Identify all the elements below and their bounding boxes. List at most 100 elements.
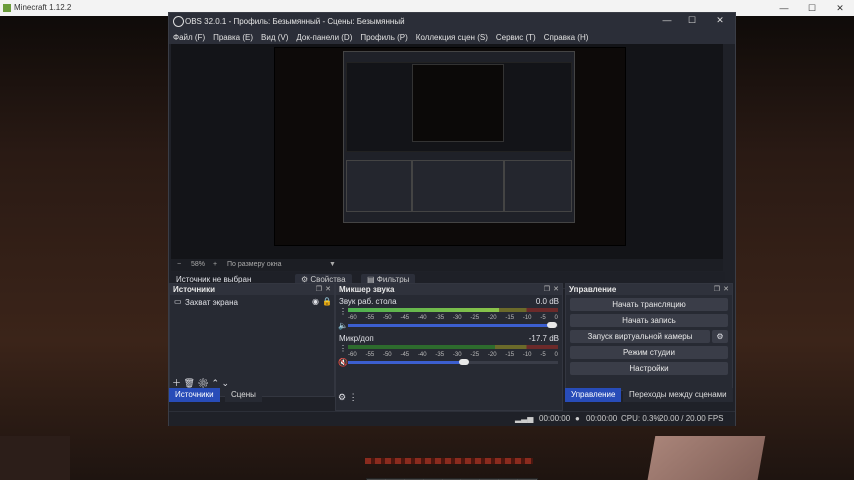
menu-bar: Файл (F) Правка (E) Вид (V) Док-панели (… <box>169 30 735 44</box>
zoom-mode-select[interactable]: По размеру окна <box>227 261 281 268</box>
dots-icon[interactable]: ⋮ <box>339 307 347 316</box>
nested-preview-image <box>412 64 504 142</box>
zoom-out-button[interactable]: − <box>177 261 181 268</box>
close-icon[interactable]: ✕ <box>707 15 733 26</box>
muted-speaker-icon[interactable]: 🔇 <box>338 358 348 367</box>
tab-scenes[interactable]: Сцены <box>225 388 262 402</box>
meter-tick-label: -55 <box>365 352 375 358</box>
source-item[interactable]: ▭ Захват экрана ◉ 🔒 <box>172 297 332 308</box>
obs-logo-icon <box>173 16 184 27</box>
minecraft-title: Minecraft 1.12.2 <box>14 3 72 12</box>
float-icon[interactable]: ❐ <box>316 285 322 293</box>
gear-icon[interactable]: ⚙ <box>338 392 346 402</box>
meter-tick-label: 0 <box>554 352 558 358</box>
move-down-icon[interactable]: ⌄ <box>222 378 230 388</box>
volume-knob[interactable] <box>546 322 557 328</box>
float-icon[interactable]: ❐ <box>714 285 720 293</box>
volume-meter <box>348 345 558 349</box>
controls-dock: Управление ❐ ✕ Начать трансляцию Начать … <box>565 283 733 391</box>
dots-icon[interactable]: ⋮ <box>339 344 347 353</box>
meter-fill <box>348 308 500 312</box>
virtual-camera-settings-button[interactable]: ⚙ <box>712 330 728 343</box>
gear-icon[interactable]: ⚙ <box>197 378 208 388</box>
health-bar <box>365 458 533 464</box>
add-icon[interactable]: ＋ <box>172 378 181 388</box>
zoom-bar: − 58% + По размеру окна ▼ <box>171 259 723 271</box>
monitor-icon: ▭ <box>174 297 182 306</box>
meter-tick-label: -15 <box>505 352 515 358</box>
lock-icon[interactable]: 🔒 <box>322 297 332 306</box>
volume-slider[interactable] <box>348 324 552 327</box>
preview-area[interactable] <box>171 44 723 259</box>
menu-edit[interactable]: Правка (E) <box>209 30 257 44</box>
meter-tick-label: -10 <box>522 315 532 321</box>
meter-tick-label: -30 <box>452 352 462 358</box>
menu-profile[interactable]: Профиль (P) <box>356 30 411 44</box>
maximize-icon[interactable]: ☐ <box>798 0 826 16</box>
trash-icon[interactable]: 🗑 <box>184 378 195 388</box>
minecraft-icon <box>3 4 11 12</box>
meter-tick-label: -60 <box>348 315 357 321</box>
close-icon[interactable]: ✕ <box>325 285 331 293</box>
close-icon[interactable]: ✕ <box>826 0 854 16</box>
sources-dock-header: Источники <box>170 284 334 295</box>
meter-tick-label: -20 <box>487 315 497 321</box>
meter-tick-label: -40 <box>417 352 427 358</box>
record-icon: ● <box>575 414 580 423</box>
meter-tick-label: -45 <box>400 315 410 321</box>
close-icon[interactable]: ✕ <box>553 285 559 293</box>
channel-name: Микр/доп <box>339 334 374 343</box>
nested-controls-dock <box>504 160 572 212</box>
nested-obs-window <box>343 51 575 223</box>
channel-db: -17.7 dB <box>528 334 559 343</box>
minimize-icon[interactable]: — <box>654 15 680 25</box>
maximize-icon[interactable]: ☐ <box>679 15 705 26</box>
nested-mixer-dock <box>412 160 504 212</box>
tab-transitions[interactable]: Переходы между сценами <box>623 388 733 402</box>
record-time: 00:00:00 <box>586 414 618 423</box>
player-hand <box>644 436 766 480</box>
meter-scale: -60 -55 -50 -45 -40 -35 -30 -25 -20 -15 -10 -5 0 <box>348 315 558 321</box>
start-virtual-camera-button[interactable]: Запуск виртуальной камеры <box>570 330 710 343</box>
preview-canvas <box>274 47 626 246</box>
controls-dock-header: Управление <box>566 284 732 295</box>
meter-tick-label: -30 <box>452 315 462 321</box>
start-streaming-button[interactable]: Начать трансляцию <box>570 298 728 311</box>
move-up-icon[interactable]: ⌃ <box>211 378 219 388</box>
meter-tick-label: -50 <box>382 352 392 358</box>
meter-tick-label: -45 <box>400 352 410 358</box>
menu-help[interactable]: Справка (H) <box>540 30 593 44</box>
gear-icon: ⚙ <box>716 332 724 341</box>
fps-counter: 20.00 / 20.00 FPS <box>659 414 724 423</box>
meter-tick-label: -35 <box>435 352 445 358</box>
signal-icon: ▂▃▅ <box>515 414 534 423</box>
studio-mode-button[interactable]: Режим студии <box>570 346 728 359</box>
meter-tick-label: -20 <box>487 352 497 358</box>
meter-scale: -60 -55 -50 -45 -40 -35 -30 -25 -20 -15 -10 -5 0 <box>348 352 558 358</box>
dots-icon[interactable]: ⋮ <box>349 392 358 402</box>
menu-docks[interactable]: Док-панели (D) <box>292 30 356 44</box>
menu-file[interactable]: Файл (F) <box>169 30 209 44</box>
meter-tick-label: -5 <box>540 315 546 321</box>
close-icon[interactable]: ✕ <box>723 285 729 293</box>
eye-icon[interactable]: ◉ <box>312 297 319 306</box>
zoom-in-button[interactable]: + <box>213 261 217 268</box>
menu-scene-collection[interactable]: Коллекция сцен (S) <box>412 30 492 44</box>
minimize-icon[interactable]: — <box>770 0 798 16</box>
volume-knob[interactable] <box>458 359 469 365</box>
speaker-icon[interactable]: 🔈 <box>338 321 348 330</box>
menu-view[interactable]: Вид (V) <box>257 30 292 44</box>
channel-db: 0.0 dB <box>535 297 559 306</box>
chevron-down-icon[interactable]: ▼ <box>329 261 336 268</box>
settings-button[interactable]: Настройки <box>570 362 728 375</box>
volume-slider[interactable] <box>348 361 464 364</box>
meter-tick-label: -35 <box>435 315 445 321</box>
cpu-usage: CPU: 0.3% <box>621 414 661 423</box>
status-bar: ▂▃▅ 00:00:00 ● 00:00:00 CPU: 0.3% 20.00 … <box>169 411 735 426</box>
float-icon[interactable]: ❐ <box>544 285 550 293</box>
start-recording-button[interactable]: Начать запись <box>570 314 728 327</box>
mixer-toolbar: ⚙ ⋮ <box>338 392 358 403</box>
menu-tools[interactable]: Сервис (T) <box>492 30 540 44</box>
tab-controls[interactable]: Управление <box>565 388 622 402</box>
tab-sources[interactable]: Источники <box>169 388 220 402</box>
